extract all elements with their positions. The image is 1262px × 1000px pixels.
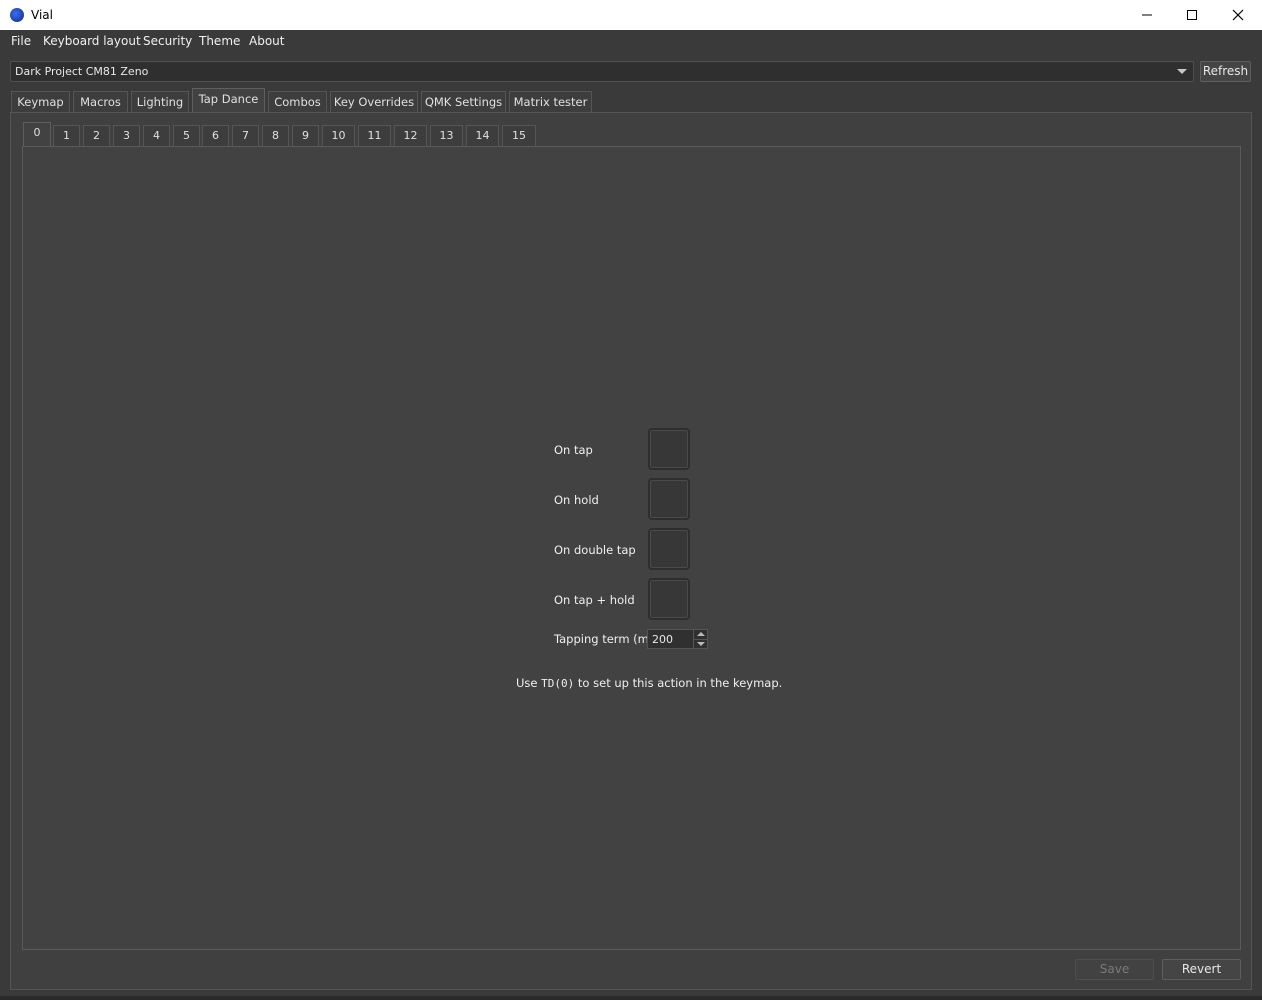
tapdance-tab-0[interactable]: 0 xyxy=(23,122,51,147)
tapdance-tab-7[interactable]: 7 xyxy=(232,125,259,146)
minimize-button[interactable] xyxy=(1124,0,1170,30)
device-select-value: Dark Project CM81 Zeno xyxy=(15,65,149,78)
dropdown-arrow-icon xyxy=(1177,69,1187,74)
tab-lighting[interactable]: Lighting xyxy=(131,91,189,113)
on-tap-key-button[interactable] xyxy=(648,428,690,470)
tab-qmk-settings[interactable]: QMK Settings xyxy=(421,91,506,113)
tapdance-tab-9[interactable]: 9 xyxy=(292,125,319,146)
on-tap-hold-label: On tap + hold xyxy=(554,593,635,607)
tapping-term-value: 200 xyxy=(652,633,673,646)
tapdance-tab-11[interactable]: 11 xyxy=(358,125,391,146)
keymap-hint: Use TD(0) to set up this action in the k… xyxy=(516,676,782,690)
on-double-tap-label: On double tap xyxy=(554,543,636,557)
hint-suffix: to set up this action in the keymap. xyxy=(577,676,783,690)
menu-about[interactable]: About xyxy=(249,34,284,48)
window-title: Vial xyxy=(31,8,53,22)
menu-theme[interactable]: Theme xyxy=(199,34,240,48)
on-tap-hold-key-button[interactable] xyxy=(648,578,690,620)
tab-matrix-tester[interactable]: Matrix tester xyxy=(509,91,592,113)
window-bottom-edge xyxy=(0,996,1262,1000)
spin-up-icon[interactable] xyxy=(693,630,707,639)
vial-logo-icon xyxy=(10,8,24,22)
tab-macros[interactable]: Macros xyxy=(73,91,128,113)
menu-security[interactable]: Security xyxy=(143,34,192,48)
revert-button[interactable]: Revert xyxy=(1162,959,1241,980)
tapdance-tab-6[interactable]: 6 xyxy=(202,125,229,146)
close-icon xyxy=(1232,9,1244,21)
menu-file[interactable]: File xyxy=(11,34,31,48)
on-hold-key-button[interactable] xyxy=(648,478,690,520)
tapdance-tab-12[interactable]: 12 xyxy=(394,125,427,146)
refresh-button[interactable]: Refresh xyxy=(1200,61,1251,82)
minimize-icon xyxy=(1142,14,1152,16)
save-button[interactable]: Save xyxy=(1075,959,1154,980)
tapdance-tab-2[interactable]: 2 xyxy=(83,125,110,146)
tapdance-tab-3[interactable]: 3 xyxy=(113,125,140,146)
tapdance-tab-5[interactable]: 5 xyxy=(173,125,200,146)
tapdance-tab-14[interactable]: 14 xyxy=(466,125,499,146)
tapdance-tab-4[interactable]: 4 xyxy=(143,125,170,146)
tapping-term-label: Tapping term (ms) xyxy=(554,632,660,646)
menu-keyboard-layout[interactable]: Keyboard layout xyxy=(43,34,141,48)
tab-combos[interactable]: Combos xyxy=(268,91,327,113)
tapdance-tab-1[interactable]: 1 xyxy=(53,125,80,146)
tapdance-tab-10[interactable]: 10 xyxy=(322,125,355,146)
on-double-tap-key-button[interactable] xyxy=(648,528,690,570)
tapdance-tab-8[interactable]: 8 xyxy=(262,125,289,146)
maximize-icon xyxy=(1187,10,1197,20)
tab-keymap[interactable]: Keymap xyxy=(11,91,70,113)
on-tap-label: On tap xyxy=(554,443,593,457)
tab-tap-dance[interactable]: Tap Dance xyxy=(192,88,265,113)
device-select[interactable]: Dark Project CM81 Zeno xyxy=(10,61,1194,82)
close-button[interactable] xyxy=(1215,0,1261,30)
hint-prefix: Use xyxy=(516,676,538,690)
on-hold-label: On hold xyxy=(554,493,599,507)
menu-bar: File Keyboard layout Security Theme Abou… xyxy=(0,30,1262,52)
tapdance-tab-13[interactable]: 13 xyxy=(430,125,463,146)
maximize-button[interactable] xyxy=(1169,0,1215,30)
title-bar: Vial xyxy=(0,0,1262,30)
tapdance-tab-15[interactable]: 15 xyxy=(502,125,536,146)
spin-down-icon[interactable] xyxy=(693,639,707,648)
hint-code: TD(0) xyxy=(541,677,575,690)
tapping-term-spinbox[interactable]: 200 xyxy=(647,629,708,649)
tab-key-overrides[interactable]: Key Overrides xyxy=(330,91,418,113)
